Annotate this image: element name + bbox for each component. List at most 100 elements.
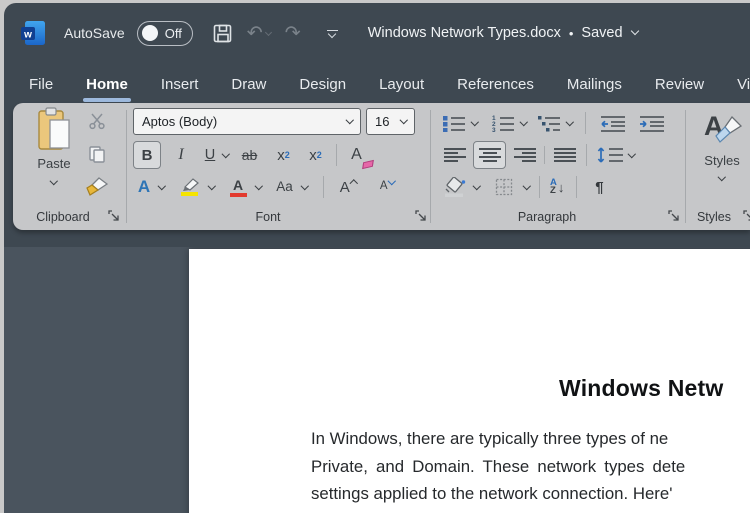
text-highlight-button[interactable] [177, 173, 203, 201]
font-dialog-launcher-icon[interactable] [415, 210, 427, 222]
numbering-dropdown-icon[interactable] [519, 117, 528, 126]
undo-icon[interactable]: ↶ [247, 21, 272, 45]
save-icon[interactable] [211, 21, 235, 45]
clipboard-mini-buttons [83, 107, 111, 201]
clipboard-dialog-launcher-icon[interactable] [108, 210, 120, 222]
autosave-toggle[interactable]: Off [136, 20, 193, 46]
decrease-indent-button[interactable] [600, 109, 627, 137]
highlight-dropdown-icon[interactable] [207, 181, 216, 190]
document-body: In Windows, there are typically three ty… [311, 425, 685, 508]
underline-dropdown-icon[interactable] [221, 149, 230, 158]
paragraph-dialog-launcher-icon[interactable] [668, 210, 680, 222]
tab-file[interactable]: File [28, 74, 54, 95]
paste-dropdown-icon [50, 176, 58, 185]
font-color-button[interactable]: A [226, 173, 250, 201]
highlighter-icon [182, 178, 199, 191]
line-spacing-dropdown-icon[interactable] [627, 149, 636, 158]
font-size-value: 16 [375, 114, 390, 129]
increase-indent-button[interactable] [639, 109, 666, 137]
clear-formatting-button[interactable]: A [343, 141, 374, 170]
mini-divider [586, 144, 587, 166]
subscript-button[interactable]: x2 [271, 141, 297, 169]
word-app-icon[interactable]: w [20, 20, 46, 46]
styles-button[interactable]: A Styles [693, 107, 750, 203]
multilevel-dropdown-icon[interactable] [565, 117, 574, 126]
tab-draw[interactable]: Draw [230, 74, 267, 95]
autosave-label: AutoSave [64, 25, 125, 41]
font-size-chevron-icon [399, 116, 408, 124]
tab-references[interactable]: References [456, 74, 535, 95]
font-color-dropdown-icon[interactable] [254, 181, 263, 190]
grow-font-button[interactable]: A [334, 173, 362, 201]
multilevel-list-button[interactable] [536, 109, 562, 137]
tab-review[interactable]: Review [654, 74, 705, 95]
svg-text:w: w [23, 30, 32, 41]
copy-icon[interactable] [83, 140, 111, 168]
text-effects-dropdown-icon[interactable] [157, 181, 166, 190]
ribbon: Paste Clipboard Aptos (Body) 16 B I U ab… [13, 103, 750, 230]
clipboard-icon [38, 107, 70, 150]
strikethrough-button[interactable]: ab [237, 141, 263, 169]
group-divider [685, 110, 686, 223]
superscript-button[interactable]: x2 [303, 141, 329, 169]
shading-dropdown-icon[interactable] [472, 181, 481, 190]
format-painter-icon[interactable] [83, 173, 111, 201]
tab-design[interactable]: Design [298, 74, 347, 95]
line-spacing-button[interactable] [595, 141, 625, 169]
change-case-button[interactable]: Aa [272, 173, 298, 201]
shading-button[interactable] [441, 173, 469, 201]
shrink-font-button[interactable]: A [374, 173, 400, 201]
font-color-bar [229, 192, 247, 197]
align-right-button[interactable] [511, 141, 538, 169]
styles-button-label: Styles [704, 153, 740, 168]
ribbon-tabs: File Home Insert Draw Design Layout Refe… [28, 65, 750, 103]
tab-layout[interactable]: Layout [378, 74, 425, 95]
word-window: w AutoSave Off ↶ ↷ Windows Network Types… [4, 3, 750, 513]
cut-icon[interactable] [83, 107, 111, 135]
borders-button[interactable] [490, 173, 518, 201]
group-divider [126, 110, 127, 223]
mini-divider [539, 176, 540, 198]
document-title-menu[interactable]: Windows Network Types.docx • Saved [368, 25, 639, 41]
paragraph-group-label: Paragraph [517, 210, 577, 224]
show-hide-pilcrow-button[interactable]: ¶ [589, 173, 609, 201]
eraser-icon [361, 159, 374, 170]
customize-quick-access-icon[interactable] [323, 26, 342, 41]
bullets-dropdown-icon[interactable] [470, 117, 479, 126]
mini-divider [323, 176, 324, 198]
paragraph-row-1: 123 [441, 108, 666, 138]
font-row-3: A A Aa A A [133, 172, 400, 202]
bold-button[interactable]: B [133, 141, 161, 169]
title-separator: • [568, 25, 574, 41]
shrink-caret-icon [387, 177, 396, 185]
mini-divider [335, 144, 337, 166]
undo-dropdown-icon [264, 28, 272, 36]
tab-mailings[interactable]: Mailings [566, 74, 623, 95]
sort-button[interactable]: AZ ↓ [550, 173, 564, 201]
change-case-dropdown-icon[interactable] [300, 181, 309, 190]
borders-dropdown-icon[interactable] [522, 181, 531, 190]
mini-divider [544, 146, 545, 164]
tab-home[interactable]: Home [83, 74, 131, 102]
font-name-combobox[interactable]: Aptos (Body) [133, 108, 361, 135]
body-line: In Windows, there are typically three ty… [311, 429, 669, 448]
tab-insert[interactable]: Insert [160, 74, 200, 95]
paste-button[interactable]: Paste [23, 107, 85, 203]
redo-icon[interactable]: ↷ [281, 21, 305, 45]
font-size-combobox[interactable]: 16 [366, 108, 415, 135]
italic-button[interactable]: I [169, 141, 193, 169]
styles-group-label: Styles [696, 210, 732, 224]
justify-button[interactable] [551, 141, 578, 169]
styles-dialog-launcher-icon[interactable] [743, 210, 750, 222]
mini-divider [576, 176, 578, 198]
align-left-button[interactable] [441, 141, 468, 169]
underline-button[interactable]: U [199, 141, 221, 169]
tab-view[interactable]: View [736, 74, 750, 95]
bullets-button[interactable] [441, 109, 467, 137]
document-page[interactable]: Windows Netw In Windows, there are typic… [189, 249, 750, 513]
numbering-button[interactable]: 123 [490, 109, 516, 137]
mini-divider [584, 112, 586, 134]
align-center-button[interactable] [473, 141, 506, 169]
text-effects-button[interactable]: A [133, 173, 155, 201]
svg-text:3: 3 [492, 127, 496, 132]
